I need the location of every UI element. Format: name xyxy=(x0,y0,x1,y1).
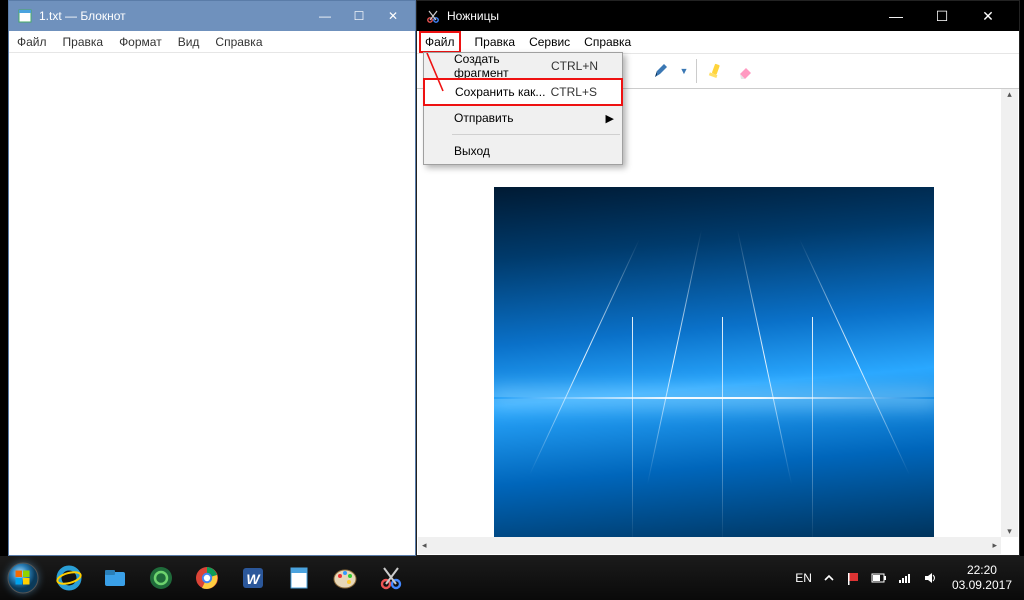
pen-tool-button[interactable] xyxy=(647,57,675,85)
taskbar-app-circle[interactable] xyxy=(138,556,184,600)
snip-title: Ножницы xyxy=(447,9,499,23)
menu-service[interactable]: Сервис xyxy=(529,35,570,49)
snipping-tool-icon xyxy=(425,8,441,24)
taskbar-paint[interactable] xyxy=(322,556,368,600)
menu-item-save-as[interactable]: Сохранить как... CTRL+S xyxy=(423,78,623,106)
taskbar-snipping-tool[interactable] xyxy=(368,556,414,600)
eraser-button[interactable] xyxy=(732,57,760,85)
menu-format[interactable]: Формат xyxy=(119,35,162,49)
minimize-button[interactable]: — xyxy=(873,1,919,31)
vertical-scrollbar[interactable]: ▴▾ xyxy=(1001,89,1018,537)
toolbar-separator xyxy=(696,59,697,83)
taskbar-ie[interactable] xyxy=(46,556,92,600)
taskbar-pinned-apps: W xyxy=(46,556,414,600)
notepad-text-area[interactable] xyxy=(9,53,415,555)
notepad-titlebar[interactable]: 1.txt — Блокнот — ☐ ✕ xyxy=(9,1,415,31)
menu-file[interactable]: Файл xyxy=(17,35,47,49)
close-button[interactable]: ✕ xyxy=(379,9,407,23)
menu-item-label: Создать фрагмент xyxy=(454,52,551,80)
tray-network-icon[interactable] xyxy=(898,572,912,584)
tray-volume-icon[interactable] xyxy=(923,571,937,585)
menu-file-label: Файл xyxy=(425,35,455,49)
tray-clock[interactable]: 22:20 03.09.2017 xyxy=(948,563,1016,593)
notepad-window-controls: — ☐ ✕ xyxy=(311,9,407,23)
language-indicator[interactable]: EN xyxy=(795,571,812,585)
file-menu-dropdown: Создать фрагмент CTRL+N Сохранить как...… xyxy=(423,52,623,165)
tray-chevron-icon[interactable] xyxy=(823,572,835,584)
horizontal-scrollbar[interactable]: ◂▸ xyxy=(418,537,1001,554)
menu-item-shortcut: CTRL+S xyxy=(551,85,597,99)
menu-item-exit[interactable]: Выход xyxy=(424,138,622,164)
notepad-window: 1.txt — Блокнот — ☐ ✕ Файл Правка Формат… xyxy=(8,0,416,556)
system-tray: EN 22:20 03.09.2017 xyxy=(795,563,1016,593)
snip-menu-bar: Файл Правка Сервис Справка xyxy=(417,31,1019,53)
menu-item-new[interactable]: Создать фрагмент CTRL+N xyxy=(424,53,622,79)
submenu-arrow-icon: ▶ xyxy=(606,112,614,125)
menu-help[interactable]: Справка xyxy=(215,35,262,49)
menu-edit[interactable]: Правка xyxy=(63,35,104,49)
menu-edit[interactable]: Правка xyxy=(475,35,516,49)
tray-time: 22:20 xyxy=(952,563,1012,578)
snip-titlebar[interactable]: Ножницы — ☐ ✕ xyxy=(417,1,1019,31)
tray-flag-icon[interactable] xyxy=(846,571,860,585)
taskbar: W EN 22:20 03.09.2017 xyxy=(0,556,1024,600)
tray-date: 03.09.2017 xyxy=(952,578,1012,593)
menu-separator xyxy=(452,134,620,135)
captured-screenshot xyxy=(494,187,934,537)
maximize-button[interactable]: ☐ xyxy=(919,1,965,31)
snip-window-controls: — ☐ ✕ xyxy=(873,1,1011,31)
menu-item-label: Отправить xyxy=(454,111,514,125)
menu-item-send[interactable]: Отправить ▶ xyxy=(424,105,622,131)
menu-help[interactable]: Справка xyxy=(584,35,631,49)
taskbar-explorer[interactable] xyxy=(92,556,138,600)
menu-item-label: Выход xyxy=(454,144,490,158)
taskbar-notepad[interactable] xyxy=(276,556,322,600)
maximize-button[interactable]: ☐ xyxy=(345,9,373,23)
close-button[interactable]: ✕ xyxy=(965,1,1011,31)
start-button[interactable] xyxy=(0,556,46,600)
menu-view[interactable]: Вид xyxy=(178,35,200,49)
menu-file[interactable]: Файл xyxy=(419,31,461,53)
notepad-title: 1.txt — Блокнот xyxy=(39,9,126,23)
pen-dropdown-button[interactable]: ▼ xyxy=(677,57,691,85)
taskbar-word[interactable]: W xyxy=(230,556,276,600)
notepad-menu-bar: Файл Правка Формат Вид Справка xyxy=(9,31,415,53)
taskbar-chrome[interactable] xyxy=(184,556,230,600)
tray-battery-icon[interactable] xyxy=(871,572,887,584)
menu-item-shortcut: CTRL+N xyxy=(551,59,598,73)
minimize-button[interactable]: — xyxy=(311,9,339,23)
menu-item-label: Сохранить как... xyxy=(455,85,545,99)
svg-text:W: W xyxy=(246,571,261,587)
highlighter-button[interactable] xyxy=(702,57,730,85)
notepad-icon xyxy=(17,8,33,24)
